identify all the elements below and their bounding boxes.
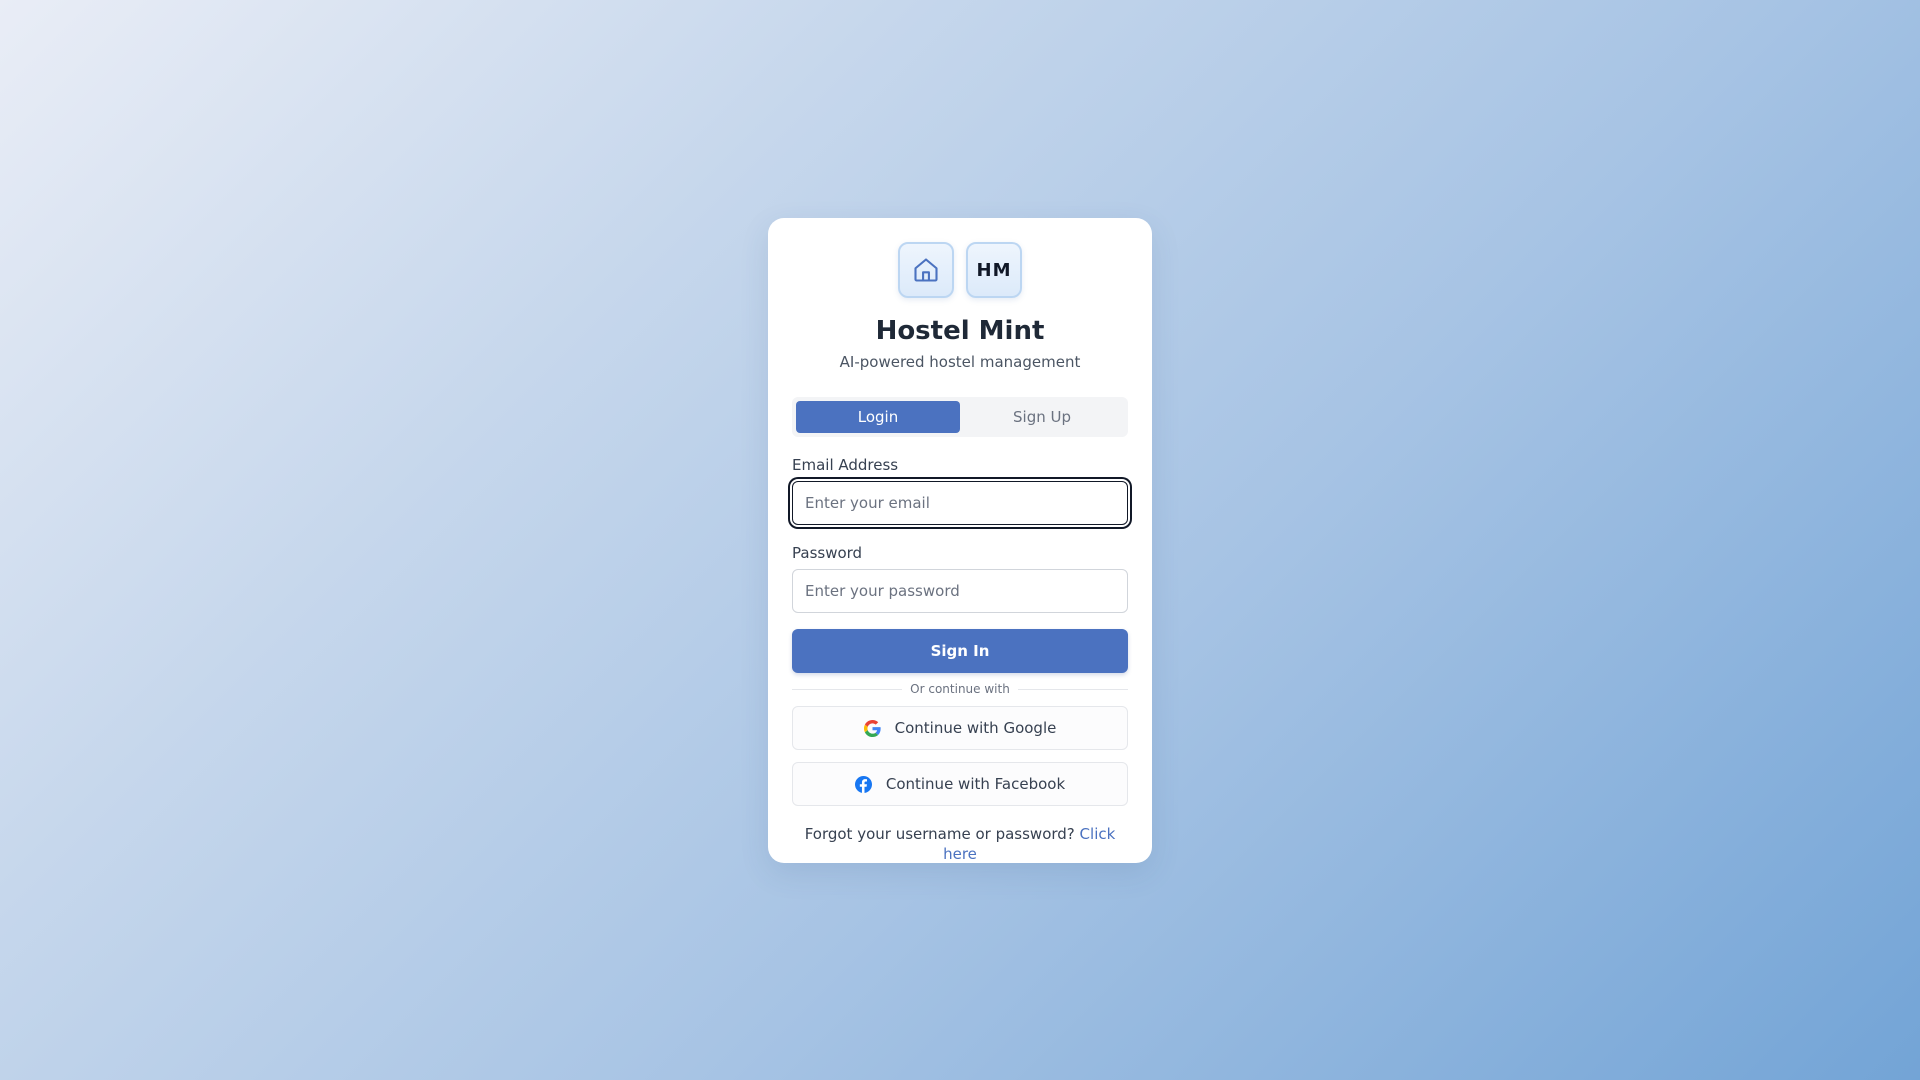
forgot-credentials: Forgot your username or password? Click … [792, 824, 1128, 864]
facebook-button-label: Continue with Facebook [885, 775, 1066, 793]
initials-logo: HM [966, 242, 1022, 298]
house-icon [914, 258, 938, 282]
app-title: Hostel Mint [875, 316, 1045, 346]
divider-line-right [1017, 688, 1128, 690]
divider-line-left [792, 688, 903, 690]
house-logo [898, 242, 954, 298]
password-input[interactable] [792, 569, 1128, 613]
google-button-label: Continue with Google [894, 719, 1057, 737]
logo-initials: HM [976, 259, 1012, 281]
google-button[interactable]: Continue with Google [792, 706, 1128, 750]
facebook-icon [854, 775, 872, 793]
divider-text: Or continue with [910, 682, 1010, 696]
app-subtitle: AI-powered hostel management [839, 353, 1081, 371]
forgot-text: Forgot your username or password? [804, 825, 1075, 843]
email-input[interactable] [792, 481, 1128, 525]
google-icon [863, 719, 881, 737]
facebook-button[interactable]: Continue with Facebook [792, 762, 1128, 806]
sign-in-button[interactable]: Sign In [792, 629, 1128, 673]
social-divider: Or continue with [792, 681, 1128, 697]
auth-card: HM Hostel Mint AI-powered hostel managem… [768, 218, 1152, 863]
email-label: Email Address [792, 456, 899, 474]
password-label: Password [792, 544, 863, 562]
tab-sign-up[interactable]: Sign Up [960, 401, 1124, 433]
tab-login[interactable]: Login [796, 401, 960, 433]
auth-tabs: Login Sign Up [792, 397, 1128, 437]
logo-row: HM [792, 242, 1128, 298]
